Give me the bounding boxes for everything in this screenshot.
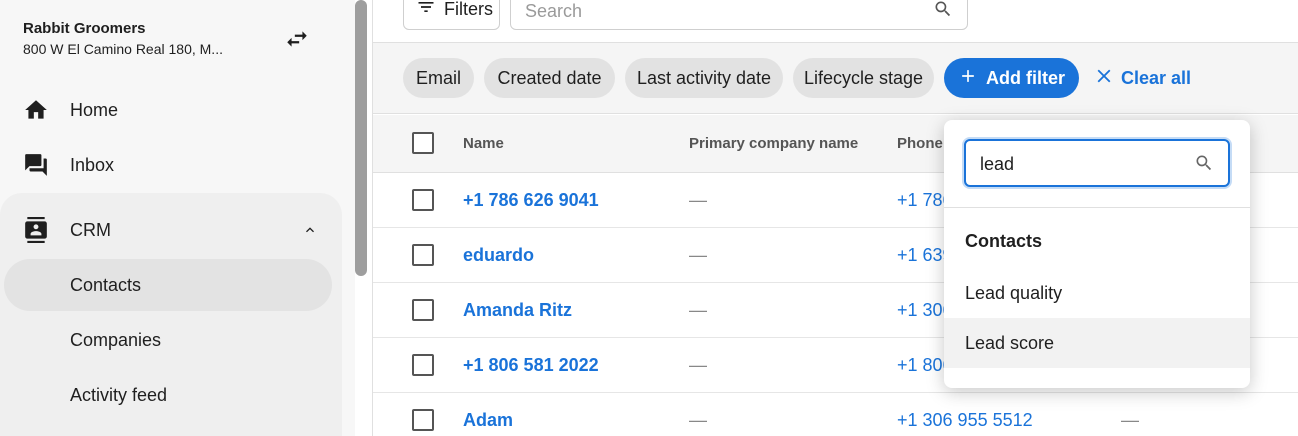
sidebar-item-label: CRM — [70, 219, 111, 240]
phone-link[interactable]: +1 306 955 5512 — [897, 410, 1033, 431]
filter-chip-created-date[interactable]: Created date — [484, 58, 615, 98]
filter-icon — [416, 0, 436, 22]
business-info[interactable]: Rabbit Groomers 800 W El Camino Real 180… — [23, 20, 223, 58]
sidebar-item-activity-feed[interactable]: Activity feed — [4, 369, 332, 421]
sidebar-item-label: Inbox — [70, 154, 115, 175]
sidebar-item-home[interactable]: Home — [0, 84, 340, 136]
company-cell: — — [689, 355, 707, 375]
contact-name-link[interactable]: Amanda Ritz — [463, 300, 572, 321]
company-cell: — — [689, 245, 707, 265]
filter-search-box[interactable] — [964, 139, 1230, 187]
extra-cell: — — [1121, 410, 1139, 430]
sidebar-item-label: Companies — [70, 329, 162, 350]
row-checkbox[interactable] — [412, 244, 434, 266]
switch-account-icon[interactable] — [282, 24, 312, 54]
contacts-book-icon — [22, 216, 50, 244]
sidebar: Rabbit Groomers 800 W El Camino Real 180… — [0, 0, 355, 436]
row-checkbox[interactable] — [412, 299, 434, 321]
sidebar-item-label: Contacts — [70, 274, 142, 295]
clear-all-button[interactable]: Clear all — [1093, 58, 1191, 98]
company-cell: — — [689, 190, 707, 210]
sidebar-item-contacts[interactable]: Contacts — [4, 259, 332, 311]
filter-chip-bar: Email Created date Last activity date Li… — [373, 43, 1298, 114]
contact-name-link[interactable]: Adam — [463, 410, 513, 431]
chevron-up-icon[interactable] — [300, 220, 320, 240]
company-cell: — — [689, 300, 707, 320]
search-box[interactable] — [510, 0, 968, 30]
filter-chip-email[interactable]: Email — [403, 58, 474, 98]
sidebar-scrollbar[interactable] — [355, 0, 367, 276]
contact-name-link[interactable]: eduardo — [463, 245, 534, 266]
filter-search-input[interactable] — [980, 151, 1180, 177]
filters-label: Filters — [444, 0, 493, 19]
filter-chip-lifecycle-stage[interactable]: Lifecycle stage — [793, 58, 934, 98]
sidebar-item-label: Activity feed — [70, 384, 168, 405]
chat-icon — [22, 151, 50, 179]
add-filter-label: Add filter — [986, 67, 1065, 88]
clear-all-label: Clear all — [1121, 67, 1192, 88]
dropdown-option-lead-quality[interactable]: Lead quality — [944, 268, 1250, 318]
toolbar: Filters — [373, 0, 1298, 43]
company-cell: — — [689, 410, 707, 430]
sidebar-item-crm[interactable]: CRM — [0, 204, 340, 256]
search-icon — [1194, 153, 1214, 178]
filter-chip-last-activity-date[interactable]: Last activity date — [625, 58, 783, 98]
divider — [944, 207, 1250, 208]
business-name: Rabbit Groomers — [23, 20, 146, 37]
row-checkbox[interactable] — [412, 354, 434, 376]
search-input[interactable] — [525, 0, 905, 25]
add-filter-button[interactable]: Add filter — [944, 58, 1079, 98]
filters-button[interactable]: Filters — [403, 0, 500, 30]
sidebar-item-label: Home — [70, 99, 119, 120]
plus-icon — [958, 66, 978, 91]
sidebar-item-inbox[interactable]: Inbox — [0, 139, 340, 191]
column-header-name[interactable]: Name — [463, 135, 504, 152]
close-icon — [1093, 65, 1115, 92]
table-row[interactable]: Adam — +1 306 955 5512 — — [373, 393, 1298, 436]
column-header-company[interactable]: Primary company name — [689, 135, 858, 152]
dropdown-option-lead-score[interactable]: Lead score — [944, 318, 1250, 368]
search-icon[interactable] — [933, 0, 953, 24]
add-filter-dropdown: Contacts Lead quality Lead score — [944, 120, 1250, 388]
contact-name-link[interactable]: +1 806 581 2022 — [463, 355, 599, 376]
business-address: 800 W El Camino Real 180, M... — [23, 41, 223, 57]
row-checkbox[interactable] — [412, 409, 434, 431]
row-checkbox[interactable] — [412, 189, 434, 211]
select-all-checkbox[interactable] — [412, 132, 434, 154]
contact-name-link[interactable]: +1 786 626 9041 — [463, 190, 599, 211]
home-icon — [22, 96, 50, 124]
sidebar-item-companies[interactable]: Companies — [4, 314, 332, 366]
dropdown-section-title: Contacts — [965, 231, 1043, 251]
column-header-phone[interactable]: Phone — [897, 135, 943, 152]
